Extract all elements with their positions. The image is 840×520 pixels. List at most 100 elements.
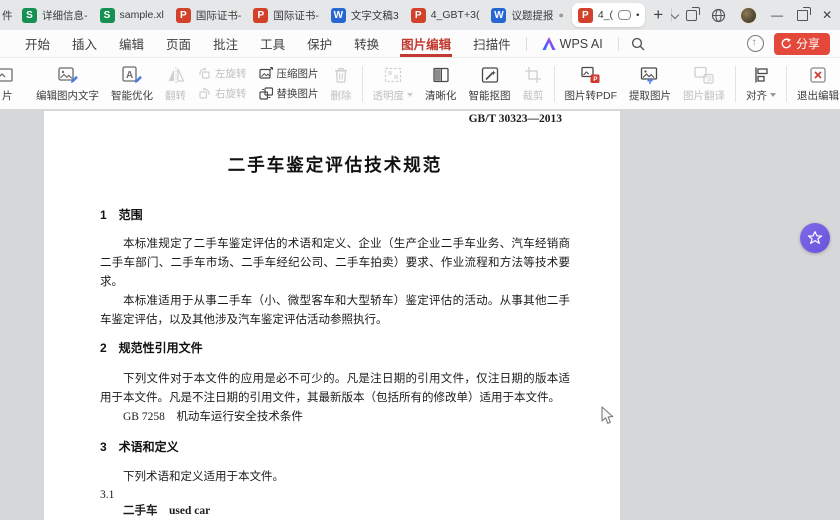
- tab-label: 国际证书-: [273, 9, 319, 22]
- edit-text-in-image-button[interactable]: 编辑图内文字: [30, 60, 105, 108]
- tab-active-document[interactable]: P 4_( •: [571, 3, 646, 27]
- menu-image-edit-active[interactable]: 图片编辑: [390, 30, 462, 58]
- window-controls: — ✕: [671, 6, 840, 24]
- ppt-file-icon: P: [410, 7, 426, 23]
- svg-text:P: P: [593, 76, 598, 83]
- mouse-cursor: [601, 406, 614, 424]
- user-avatar[interactable]: [740, 6, 758, 24]
- ppt-file-icon: P: [175, 7, 191, 23]
- dropdown-arrow-icon: [407, 93, 413, 97]
- reference-line: GB 7258 机动车运行安全技术条件: [123, 411, 303, 423]
- clause-number: 3.1: [100, 489, 115, 501]
- button-label: 提取图片: [629, 89, 671, 102]
- minimize-button[interactable]: —: [771, 9, 783, 21]
- maximize-button[interactable]: [797, 6, 812, 21]
- image-translate-icon: 译: [694, 66, 714, 84]
- transparency-button: 透明度: [367, 60, 420, 108]
- tab-label: sample.xl: [119, 9, 164, 21]
- letter-a-edit-icon: A: [122, 65, 142, 83]
- extract-image-button[interactable]: 提取图片: [623, 60, 677, 108]
- menu-wps-ai[interactable]: WPS AI: [531, 30, 614, 58]
- menu-protect[interactable]: 保护: [296, 30, 343, 58]
- wps-assistant-button[interactable]: [800, 223, 830, 253]
- compress-image-button[interactable]: 压缩图片: [258, 66, 319, 81]
- search-icon[interactable]: [631, 37, 645, 51]
- paragraph: 下列文件对于本文件的应用是必不可少的。凡是注日期的引用文件，仅注日期的版本适用于…: [100, 373, 570, 404]
- tab-label: 国际证书-: [195, 9, 242, 22]
- wps-ai-label: WPS AI: [559, 36, 603, 51]
- workspace-switch-icon[interactable]: [686, 6, 701, 21]
- image-edit-toolbar: 片 编辑图内文字 A 智能优化 翻转 左旋转 右旋转 压缩图片 替换图片 删除 …: [0, 58, 840, 110]
- button-label: 裁剪: [522, 89, 544, 102]
- ribbon-menu-bar: 开始 插入 编辑 页面 批注 工具 保护 转换 图片编辑 扫描件 WPS AI …: [0, 30, 840, 58]
- word-file-icon: W: [491, 7, 507, 23]
- excel-file-icon: S: [99, 7, 115, 23]
- rotate-right-button: 右旋转: [198, 86, 247, 101]
- rotate-left-icon: [199, 67, 210, 79]
- tab-text-doc3[interactable]: W 文字文稿3: [325, 0, 405, 30]
- tab-label: 4_GBT+3(: [430, 9, 480, 21]
- rotate-group: 左旋转 右旋转: [192, 60, 253, 108]
- exit-edit-button[interactable]: 退出编辑: [791, 60, 840, 108]
- menu-edit[interactable]: 编辑: [108, 30, 155, 58]
- tab-modified-dot: ●: [558, 10, 564, 20]
- menu-scan[interactable]: 扫描件: [462, 30, 522, 58]
- transparency-icon: [384, 67, 401, 82]
- document-title: 二手车鉴定评估技术规范: [227, 155, 443, 175]
- tab-gbt[interactable]: P 4_GBT+3(: [405, 0, 486, 30]
- menu-page[interactable]: 页面: [155, 30, 202, 58]
- tab-certificate-2[interactable]: P 国际证书-: [247, 0, 325, 30]
- cloud-upload-icon[interactable]: [746, 35, 764, 52]
- button-label: 图片转PDF: [564, 89, 618, 102]
- magic-wand-icon: [481, 66, 498, 83]
- document-page[interactable]: GB/T 30323—2013 二手车鉴定评估技术规范 1 范围 本标准规定了二…: [44, 111, 620, 520]
- sharpen-button[interactable]: 清晰化: [419, 60, 463, 108]
- button-label: 右旋转: [215, 88, 247, 100]
- svg-text:A: A: [126, 70, 133, 81]
- menu-comment[interactable]: 批注: [202, 30, 249, 58]
- tab-label: 详细信息-: [42, 9, 88, 22]
- tab-details[interactable]: S 详细信息-: [16, 0, 94, 30]
- tab-label: 议题提报: [511, 9, 554, 22]
- rotate-left-button: 左旋转: [198, 66, 247, 81]
- button-label: 片: [2, 89, 13, 102]
- align-button[interactable]: 对齐: [740, 60, 782, 108]
- menu-convert[interactable]: 转换: [343, 30, 390, 58]
- divider: [617, 36, 619, 51]
- close-button[interactable]: ✕: [822, 9, 832, 21]
- tab-certificate-1[interactable]: P 国际证书-: [170, 0, 248, 30]
- image-to-pdf-button[interactable]: P 图片转PDF: [559, 60, 624, 108]
- button-label: 编辑图内文字: [36, 89, 99, 102]
- assistant-star-icon: [807, 231, 823, 244]
- image-file-group: 压缩图片 替换图片: [253, 60, 325, 108]
- section-heading-1: 1 范围: [100, 208, 143, 222]
- share-button[interactable]: 分享: [773, 32, 830, 55]
- tab-partial[interactable]: 件: [0, 0, 16, 30]
- new-tab-button[interactable]: +: [647, 5, 669, 25]
- button-label: 智能优化: [111, 89, 153, 102]
- term-definition-title: 二手车 used car: [123, 505, 211, 517]
- globe-icon[interactable]: [711, 8, 726, 23]
- ppt-file-icon: P: [577, 7, 593, 23]
- crop-button: 裁剪: [517, 60, 550, 108]
- smart-cutout-button[interactable]: 智能抠图: [463, 60, 517, 108]
- replace-image-button[interactable]: 替换图片: [258, 86, 319, 101]
- menu-start[interactable]: 开始: [14, 30, 61, 58]
- image-to-pdf-icon: P: [581, 66, 600, 83]
- cutoff-image-button[interactable]: 片: [0, 60, 30, 108]
- tab-agenda[interactable]: W 议题提报 ●: [485, 0, 569, 30]
- button-label: 智能抠图: [468, 89, 511, 102]
- menu-insert[interactable]: 插入: [61, 30, 108, 58]
- button-label: 清晰化: [425, 89, 457, 102]
- divider: [525, 36, 527, 51]
- unsaved-dot-icon: •: [636, 10, 640, 20]
- browser-tab-bar: 件 S 详细信息- S sample.xl P 国际证书- P 国际证书- W …: [0, 0, 840, 30]
- tab-label: 件: [2, 9, 13, 22]
- compress-image-icon: [258, 67, 273, 79]
- tab-sample[interactable]: S sample.xl: [94, 0, 170, 30]
- menu-tools[interactable]: 工具: [249, 30, 296, 58]
- flip-icon: [168, 66, 184, 83]
- dropdown-arrow-icon: [770, 93, 776, 97]
- smart-optimize-button[interactable]: A 智能优化: [105, 60, 159, 108]
- divider: [786, 65, 787, 102]
